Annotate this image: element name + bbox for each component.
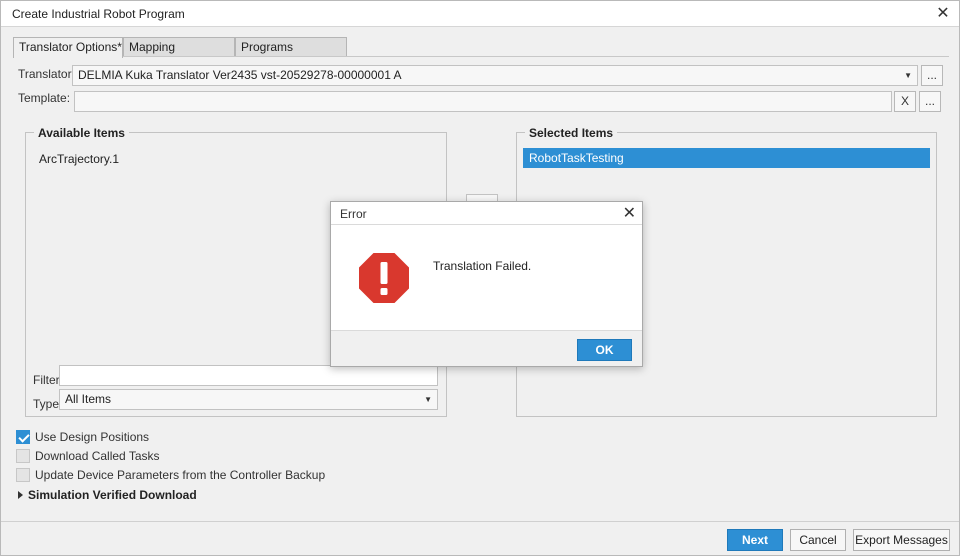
template-label: Template: <box>18 91 71 105</box>
error-message: Translation Failed. <box>433 259 532 273</box>
download-called-tasks-label: Download Called Tasks <box>35 449 160 463</box>
tab-translator-options[interactable]: Translator Options* <box>13 37 123 58</box>
use-design-positions-label: Use Design Positions <box>35 430 150 444</box>
translator-select[interactable]: DELMIA Kuka Translator Ver2435 vst-20529… <box>72 65 918 86</box>
use-design-positions-checkbox[interactable] <box>16 430 30 444</box>
tab-divider <box>13 56 949 57</box>
update-device-params-label: Update Device Parameters from the Contro… <box>35 468 326 482</box>
translator-browse-button[interactable]: ... <box>921 65 943 86</box>
download-called-tasks-checkbox[interactable] <box>16 449 30 463</box>
ok-button[interactable]: OK <box>577 339 632 361</box>
close-icon[interactable]: ✕ <box>623 203 636 223</box>
selected-list-item[interactable]: RobotTaskTesting <box>523 148 930 168</box>
selected-items-title: Selected Items <box>525 126 618 140</box>
filter-input[interactable] <box>59 365 438 386</box>
update-device-params-checkbox[interactable] <box>16 468 30 482</box>
chevron-down-icon: ▼ <box>904 71 912 80</box>
create-robot-program-window: Create Industrial Robot Program ✕ Transl… <box>0 0 960 556</box>
filter-label: Filter <box>33 373 60 387</box>
next-button[interactable]: Next <box>727 529 783 551</box>
translator-value: DELMIA Kuka Translator Ver2435 vst-20529… <box>78 68 402 82</box>
error-dialog: Error ✕ Translation Failed. OK <box>330 201 643 367</box>
error-dialog-footer: OK <box>331 330 642 366</box>
translator-label: Translator: <box>18 67 75 81</box>
export-messages-button[interactable]: Export Messages <box>853 529 950 551</box>
tab-mapping[interactable]: Mapping <box>123 37 235 57</box>
tab-programs[interactable]: Programs <box>235 37 347 57</box>
stop-error-icon <box>359 253 409 303</box>
error-dialog-body: Translation Failed. <box>331 226 642 330</box>
type-label: Type <box>33 397 60 411</box>
expand-triangle-icon <box>18 491 23 499</box>
close-icon[interactable]: ✕ <box>933 4 953 24</box>
error-dialog-title-bar: Error ✕ <box>331 202 642 225</box>
title-bar: Create Industrial Robot Program ✕ <box>1 1 959 27</box>
type-value: All Items <box>65 392 112 406</box>
chevron-down-icon: ▼ <box>424 395 432 404</box>
simulation-verified-label: Simulation Verified Download <box>28 488 197 502</box>
list-item[interactable]: ArcTrajectory.1 <box>39 152 119 166</box>
cancel-button[interactable]: Cancel <box>790 529 846 551</box>
type-select[interactable]: All Items ▼ <box>59 389 438 410</box>
error-dialog-title: Error <box>340 207 367 221</box>
template-clear-button[interactable]: X <box>894 91 916 112</box>
window-title: Create Industrial Robot Program <box>12 7 185 21</box>
template-field[interactable] <box>74 91 892 112</box>
available-items-title: Available Items <box>34 126 129 140</box>
template-browse-button[interactable]: ... <box>919 91 941 112</box>
footer-divider <box>1 521 959 522</box>
